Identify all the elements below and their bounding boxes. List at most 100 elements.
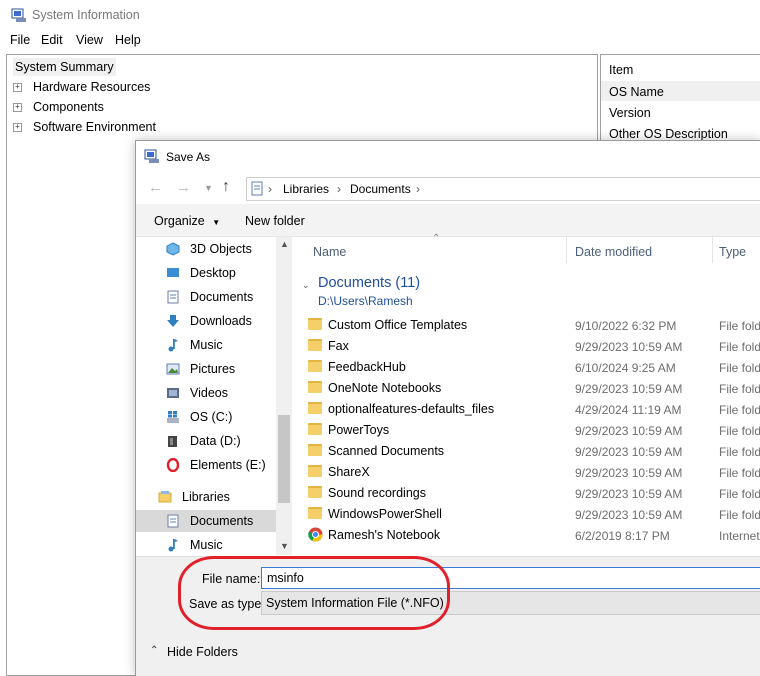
file-type: File fold <box>719 424 760 438</box>
documents-icon <box>167 514 179 528</box>
nav-item-label: Data (D:) <box>190 434 241 448</box>
expand-icon[interactable]: + <box>13 103 22 112</box>
nav-item-label: 3D Objects <box>190 242 252 256</box>
folder-icon <box>308 465 322 477</box>
column-header-date[interactable]: Date modified <box>575 245 652 259</box>
file-date: 6/2/2019 8:17 PM <box>575 529 670 543</box>
dialog-title: Save As <box>166 150 211 164</box>
file-row[interactable]: Ramesh's Notebook 6/2/2019 8:17 PM Interne… <box>308 525 760 546</box>
file-date: 4/29/2024 11:19 AM <box>575 403 682 417</box>
nav-item-label: Music <box>190 538 223 552</box>
nav-item-label: Desktop <box>190 266 236 280</box>
breadcrumb-separator[interactable]: › <box>268 182 272 196</box>
file-list[interactable]: ⌃ Name Date modified Type ⌄ Documents (1… <box>294 233 760 555</box>
chevron-down-icon: ▼ <box>212 218 221 227</box>
breadcrumb-separator[interactable]: › <box>337 182 341 196</box>
file-type: File fold <box>719 319 760 333</box>
scroll-down-icon[interactable]: ▼ <box>280 541 289 551</box>
file-row[interactable]: ShareX 9/29/2023 10:59 AM File fold <box>308 462 760 483</box>
tree-item-hardware-resources[interactable]: Hardware Resources <box>33 78 150 96</box>
collapse-group-icon[interactable]: ⌄ <box>302 280 310 291</box>
column-header-type[interactable]: Type <box>719 245 746 259</box>
expand-icon[interactable]: + <box>13 123 22 132</box>
nav-item-data-d[interactable]: Data (D:) <box>136 430 282 452</box>
nav-item-downloads[interactable]: Downloads <box>136 310 282 332</box>
detail-row-os-name[interactable]: OS Name <box>609 85 664 99</box>
file-row[interactable]: optionalfeatures-defaults_files 4/29/2024… <box>308 399 760 420</box>
detail-row-other-os[interactable]: Other OS Description <box>609 127 728 141</box>
file-name: PowerToys <box>328 423 390 437</box>
windows-drive-icon <box>167 411 179 423</box>
menu-view[interactable]: View <box>76 33 103 47</box>
tree-item-software-environment[interactable]: Software Environment <box>33 118 156 136</box>
detail-row-version[interactable]: Version <box>609 106 651 120</box>
file-row[interactable]: FeedbackHub 6/10/2024 9:25 AM File fold <box>308 357 760 378</box>
up-arrow-icon[interactable]: ↑ <box>222 178 230 196</box>
nav-item-elements-e[interactable]: Elements (E:) <box>136 454 282 476</box>
back-arrow-icon[interactable]: ← <box>148 179 163 196</box>
nav-item-3d-objects[interactable]: 3D Objects <box>136 238 282 260</box>
organize-button[interactable]: Organize ▼ <box>154 214 220 228</box>
column-divider[interactable] <box>566 237 567 263</box>
nav-item-music[interactable]: Music <box>136 334 282 356</box>
chevron-up-icon[interactable]: ⌃ <box>150 645 158 656</box>
file-row[interactable]: Sound recordings 9/29/2023 10:59 AM File f… <box>308 483 760 504</box>
column-header-item[interactable]: Item <box>609 63 633 77</box>
breadcrumb-documents[interactable]: Documents <box>350 182 411 196</box>
folder-icon <box>308 402 322 414</box>
window-title: System Information <box>32 8 140 22</box>
file-date: 9/29/2023 10:59 AM <box>575 424 683 438</box>
column-divider[interactable] <box>712 237 713 263</box>
column-header-name[interactable]: Name <box>313 245 346 259</box>
nav-item-label: Music <box>190 338 223 352</box>
menu-edit[interactable]: Edit <box>41 33 63 47</box>
recent-locations-icon[interactable]: ▼ <box>204 183 213 193</box>
nav-item-os-c[interactable]: OS (C:) <box>136 406 282 428</box>
nav-item-libraries[interactable]: Libraries <box>136 486 282 508</box>
tree-item-system-summary[interactable]: System Summary <box>13 58 116 76</box>
file-name: Fax <box>328 339 349 353</box>
organize-label: Organize <box>154 214 205 228</box>
file-name: Scanned Documents <box>328 444 445 458</box>
nav-item-documents[interactable]: Documents <box>136 286 282 308</box>
file-row[interactable]: Fax 9/29/2023 10:59 AM File fold <box>308 336 760 357</box>
nav-item-documents-library[interactable]: Documents <box>136 510 282 532</box>
scroll-up-icon[interactable]: ▲ <box>280 239 289 249</box>
nav-item-music-library[interactable]: Music <box>136 534 282 556</box>
menu-file[interactable]: File <box>10 33 30 47</box>
group-header[interactable]: Documents (11) <box>318 275 420 291</box>
file-type: File fold <box>719 487 760 501</box>
nav-item-desktop[interactable]: Desktop <box>136 262 282 284</box>
nav-item-pictures[interactable]: Pictures <box>136 358 282 380</box>
menu-help[interactable]: Help <box>115 33 141 47</box>
expand-icon[interactable]: + <box>13 83 22 92</box>
folder-icon <box>308 507 322 519</box>
navigation-pane[interactable]: 3D Objects Desktop Documents Downloads M… <box>136 237 292 555</box>
file-type: File fold <box>719 340 760 354</box>
folder-icon <box>308 423 322 435</box>
folder-icon <box>308 381 322 393</box>
menu-bar: File Edit View Help <box>0 30 760 52</box>
breadcrumb-separator[interactable]: › <box>416 182 420 196</box>
file-date: 9/29/2023 10:59 AM <box>575 445 683 459</box>
address-bar[interactable]: › Libraries › Documents › <box>246 177 760 201</box>
file-name: optionalfeatures-defaults_files <box>328 402 495 416</box>
file-date: 9/29/2023 10:59 AM <box>575 466 683 480</box>
nav-item-videos[interactable]: Videos <box>136 382 282 404</box>
file-type: File fold <box>719 445 760 459</box>
hide-folders-button[interactable]: Hide Folders <box>167 645 238 659</box>
file-name: FeedbackHub <box>328 360 406 374</box>
breadcrumb-libraries[interactable]: Libraries <box>283 182 329 196</box>
tree-item-components[interactable]: Components <box>33 98 104 116</box>
file-row[interactable]: WindowsPowerShell 9/29/2023 10:59 AM File … <box>308 504 760 525</box>
file-date: 9/29/2023 10:59 AM <box>575 382 683 396</box>
file-row[interactable]: OneNote Notebooks 9/29/2023 10:59 AM File … <box>308 378 760 399</box>
file-row[interactable]: Custom Office Templates 9/10/2022 6:32 PM… <box>308 315 760 336</box>
nav-scrollbar[interactable]: ▲ ▼ <box>276 237 292 555</box>
scroll-thumb[interactable] <box>278 415 290 503</box>
forward-arrow-icon[interactable]: → <box>176 179 191 196</box>
new-folder-button[interactable]: New folder <box>245 214 305 228</box>
pictures-icon <box>166 363 180 375</box>
file-row[interactable]: PowerToys 9/29/2023 10:59 AM File fold <box>308 420 760 441</box>
file-row[interactable]: Scanned Documents 9/29/2023 10:59 AM File … <box>308 441 760 462</box>
